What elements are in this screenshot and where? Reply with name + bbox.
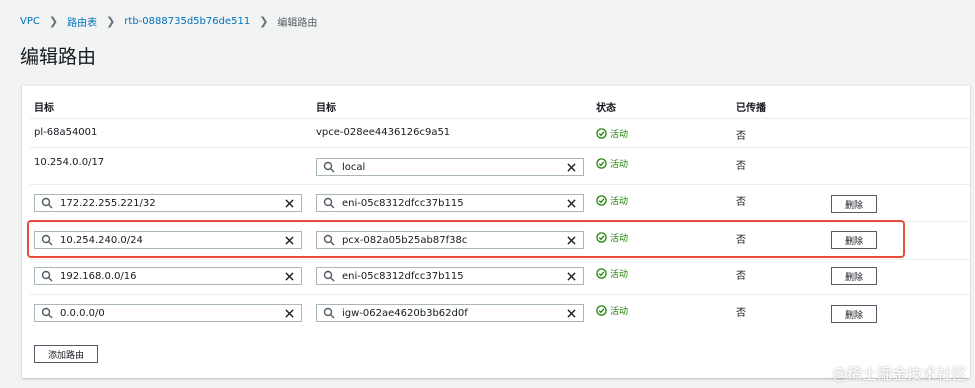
remove-route-button[interactable]: 删除 <box>831 267 877 285</box>
close-icon[interactable] <box>567 271 576 281</box>
search-icon <box>41 197 53 209</box>
search-icon <box>323 270 335 282</box>
status-badge: 活动 <box>596 127 628 140</box>
routes-panel: 目标 目标 状态 已传播 pl-68a54001 vpce-028ee44361… <box>22 85 970 378</box>
highlight-box <box>27 220 905 258</box>
target-value: igw-062ae4620b3b62d0f <box>342 307 468 319</box>
search-icon <box>323 197 335 209</box>
status-text: 活动 <box>610 130 629 140</box>
check-circle-icon <box>596 158 607 169</box>
destination-field[interactable]: 172.22.255.221/32 <box>34 194 302 212</box>
destination-text: pl-68a54001 <box>34 127 98 138</box>
status-badge: 活动 <box>596 267 628 280</box>
search-icon <box>41 307 53 319</box>
close-icon[interactable] <box>285 198 294 208</box>
close-icon[interactable] <box>567 162 576 172</box>
breadcrumb-current: 编辑路由 <box>277 18 318 29</box>
row-divider <box>30 184 970 185</box>
breadcrumb: VPC ❯ 路由表 ❯ rtb-0888735d5b76de511 ❯ 编辑路由 <box>20 14 317 29</box>
chevron-right-icon: ❯ <box>106 15 116 28</box>
check-circle-icon <box>596 195 607 206</box>
column-header-status: 状态 <box>596 103 616 114</box>
destination-field[interactable]: 0.0.0.0/0 <box>34 304 302 322</box>
row-divider <box>30 259 970 260</box>
status-text: 活动 <box>610 160 629 170</box>
page-title: 编辑路由 <box>20 46 97 68</box>
destination-text: 10.254.0.0/17 <box>34 157 105 168</box>
target-value: local <box>342 161 366 173</box>
remove-route-button[interactable]: 删除 <box>831 195 877 213</box>
target-field[interactable]: eni-05c8312dfcc37b115 <box>316 267 584 285</box>
destination-value: 0.0.0.0/0 <box>60 307 105 319</box>
status-badge: 活动 <box>596 194 628 207</box>
search-icon <box>323 307 335 319</box>
chevron-right-icon: ❯ <box>259 15 269 28</box>
status-badge: 活动 <box>596 304 628 317</box>
watermark: @稀土掘金技术社区 <box>831 365 967 383</box>
close-icon[interactable] <box>285 271 294 281</box>
target-field[interactable]: igw-062ae4620b3b62d0f <box>316 304 584 322</box>
propagated-text: 否 <box>736 308 746 319</box>
breadcrumb-link-route-table[interactable]: rtb-0888735d5b76de511 <box>124 16 250 27</box>
column-header-target: 目标 <box>316 103 336 114</box>
breadcrumb-link-vpc[interactable]: VPC <box>20 16 40 27</box>
row-divider <box>30 147 970 148</box>
propagated-text: 否 <box>736 271 746 282</box>
search-icon <box>41 270 53 282</box>
status-text: 活动 <box>610 197 629 207</box>
close-icon[interactable] <box>567 308 576 318</box>
destination-value: 172.22.255.221/32 <box>60 197 156 209</box>
propagated-text: 否 <box>736 161 746 172</box>
target-field[interactable]: local <box>316 158 584 176</box>
chevron-right-icon: ❯ <box>48 15 59 28</box>
add-route-button[interactable]: 添加路由 <box>34 345 98 363</box>
target-value: eni-05c8312dfcc37b115 <box>342 270 464 282</box>
target-text: vpce-028ee4436126c9a51 <box>316 127 451 138</box>
row-divider <box>30 294 970 295</box>
close-icon[interactable] <box>285 308 294 318</box>
breadcrumb-link-route-tables[interactable]: 路由表 <box>67 14 97 29</box>
status-text: 活动 <box>610 307 629 317</box>
check-circle-icon <box>596 268 607 279</box>
status-text: 活动 <box>610 270 629 280</box>
propagated-text: 否 <box>736 131 746 142</box>
header-divider <box>30 118 970 119</box>
remove-route-button[interactable]: 删除 <box>831 305 877 323</box>
destination-field[interactable]: 192.168.0.0/16 <box>34 267 302 285</box>
close-icon[interactable] <box>567 198 576 208</box>
check-circle-icon <box>596 305 607 316</box>
target-value: eni-05c8312dfcc37b115 <box>342 197 464 209</box>
status-badge: 活动 <box>596 157 628 170</box>
target-field[interactable]: eni-05c8312dfcc37b115 <box>316 194 584 212</box>
check-circle-icon <box>596 128 607 139</box>
destination-value: 192.168.0.0/16 <box>60 270 137 282</box>
column-header-propagated: 已传播 <box>736 103 766 114</box>
column-header-destination: 目标 <box>34 103 54 114</box>
search-icon <box>323 161 335 173</box>
propagated-text: 否 <box>736 197 746 208</box>
